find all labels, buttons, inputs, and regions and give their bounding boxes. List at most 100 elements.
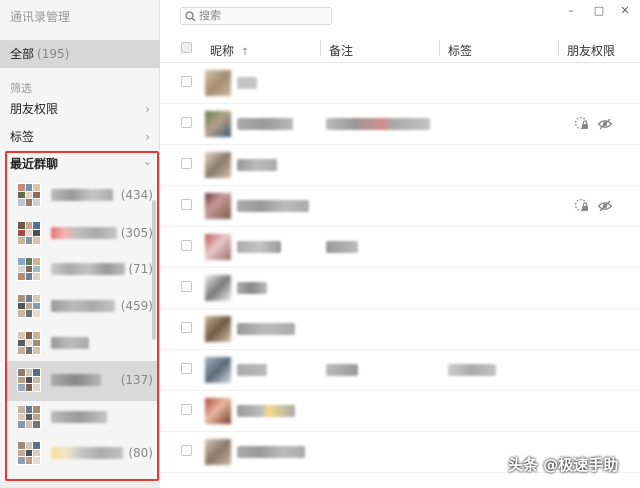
contact-name bbox=[237, 159, 277, 171]
group-item[interactable] bbox=[7, 324, 157, 364]
contact-name bbox=[237, 446, 305, 458]
sidebar-item-all-label: 全部 bbox=[10, 47, 35, 61]
sidebar-bottom-strip bbox=[0, 482, 160, 488]
group-item[interactable]: (434) bbox=[7, 176, 157, 216]
column-header-tags[interactable]: 标签 bbox=[448, 42, 472, 59]
chevron-down-icon[interactable]: ⌄ bbox=[143, 155, 152, 168]
table-row[interactable] bbox=[160, 145, 640, 186]
row-checkbox[interactable] bbox=[181, 404, 192, 415]
sidebar-item-label: 标签 bbox=[10, 130, 35, 144]
close-button[interactable]: ✕ bbox=[618, 4, 632, 18]
table-row[interactable] bbox=[160, 186, 640, 227]
contact-tags bbox=[448, 364, 496, 376]
avatar bbox=[205, 111, 231, 137]
column-divider bbox=[439, 40, 440, 56]
group-item-selected[interactable]: (137) bbox=[7, 361, 157, 401]
avatar bbox=[205, 357, 231, 383]
search-placeholder: 搜索 bbox=[199, 9, 221, 22]
minimize-button[interactable]: – bbox=[564, 4, 578, 18]
permission-icons bbox=[574, 198, 614, 214]
column-header-nickname[interactable]: 昵称 ↑ bbox=[210, 42, 249, 59]
group-avatar bbox=[17, 221, 41, 245]
table-row[interactable] bbox=[160, 309, 640, 350]
chevron-right-icon: › bbox=[145, 130, 150, 144]
row-checkbox[interactable] bbox=[181, 199, 192, 210]
contact-name bbox=[237, 200, 309, 212]
group-avatar bbox=[17, 257, 41, 281]
row-checkbox[interactable] bbox=[181, 281, 192, 292]
group-item[interactable]: (305) bbox=[7, 214, 157, 254]
group-name bbox=[51, 263, 125, 275]
contact-name bbox=[237, 241, 281, 253]
group-count: (459) bbox=[120, 299, 153, 313]
group-name bbox=[51, 337, 89, 349]
group-avatar bbox=[17, 405, 41, 429]
sidebar-item-tags[interactable]: 标签 › bbox=[0, 123, 160, 151]
eye-off-icon bbox=[597, 116, 613, 132]
contact-name bbox=[237, 282, 267, 294]
maximize-button[interactable]: □ bbox=[592, 4, 606, 18]
avatar bbox=[205, 398, 231, 424]
group-avatar bbox=[17, 331, 41, 355]
row-checkbox[interactable] bbox=[181, 240, 192, 251]
lock-icon bbox=[574, 198, 590, 214]
app-title: 通讯录管理 bbox=[10, 10, 71, 24]
group-item[interactable]: (459) bbox=[7, 287, 157, 327]
avatar bbox=[205, 152, 231, 178]
row-checkbox[interactable] bbox=[181, 117, 192, 128]
table-row[interactable] bbox=[160, 268, 640, 309]
search-input[interactable]: 搜索 bbox=[180, 7, 332, 25]
group-name bbox=[51, 189, 113, 201]
group-avatar bbox=[17, 441, 41, 465]
row-checkbox[interactable] bbox=[181, 322, 192, 333]
sort-arrow-icon: ↑ bbox=[240, 47, 250, 58]
sidebar-item-all-count: (195) bbox=[37, 47, 70, 61]
column-nickname-label: 昵称 bbox=[210, 44, 235, 58]
group-item[interactable]: (71) bbox=[7, 250, 157, 290]
watermark: 头条 @极速手助 bbox=[508, 456, 619, 474]
column-header-remark[interactable]: 备注 bbox=[329, 42, 353, 59]
group-count: (80) bbox=[128, 446, 153, 460]
group-count: (305) bbox=[120, 226, 153, 240]
row-checkbox[interactable] bbox=[181, 158, 192, 169]
group-item[interactable]: (80) bbox=[7, 434, 157, 474]
sidebar-item-all[interactable]: 全部 (195) bbox=[0, 40, 160, 68]
select-all-checkbox[interactable] bbox=[181, 42, 192, 53]
avatar bbox=[205, 193, 231, 219]
group-avatar bbox=[17, 294, 41, 318]
group-count: (71) bbox=[128, 262, 153, 276]
avatar bbox=[205, 439, 231, 465]
group-item[interactable] bbox=[7, 398, 157, 438]
table-row[interactable] bbox=[160, 104, 640, 145]
group-name bbox=[51, 447, 123, 459]
contact-remark bbox=[326, 364, 358, 376]
group-avatar bbox=[17, 368, 41, 392]
table-header: 昵称 ↑ 备注 标签 朋友权限 bbox=[160, 36, 640, 63]
contact-name bbox=[237, 323, 295, 335]
sidebar-item-friend-permissions[interactable]: 朋友权限 › bbox=[0, 95, 160, 123]
row-checkbox[interactable] bbox=[181, 445, 192, 456]
row-checkbox[interactable] bbox=[181, 76, 192, 87]
contact-name bbox=[237, 77, 257, 89]
avatar bbox=[205, 316, 231, 342]
table-row[interactable] bbox=[160, 350, 640, 391]
group-count: (434) bbox=[120, 188, 153, 202]
table-row[interactable] bbox=[160, 63, 640, 104]
sidebar-item-label: 朋友权限 bbox=[10, 102, 59, 116]
table-row[interactable] bbox=[160, 227, 640, 268]
recent-groups-heading[interactable]: 最近群聊 bbox=[10, 155, 58, 172]
column-divider bbox=[558, 40, 559, 56]
group-name bbox=[51, 227, 117, 239]
avatar bbox=[205, 234, 231, 260]
column-header-permissions[interactable]: 朋友权限 bbox=[567, 42, 615, 59]
filter-heading: 筛选 bbox=[10, 82, 32, 95]
lock-icon bbox=[574, 116, 590, 132]
sidebar-scrollbar[interactable] bbox=[152, 200, 156, 340]
chevron-right-icon: › bbox=[145, 102, 150, 116]
sidebar: 通讯录管理 全部 (195) 筛选 朋友权限 › 标签 › 最近群聊 ⌄ (434… bbox=[0, 0, 160, 488]
contact-remark bbox=[326, 241, 358, 253]
avatar bbox=[205, 70, 231, 96]
row-checkbox[interactable] bbox=[181, 363, 192, 374]
table-row[interactable] bbox=[160, 391, 640, 432]
permission-icons bbox=[574, 116, 614, 132]
